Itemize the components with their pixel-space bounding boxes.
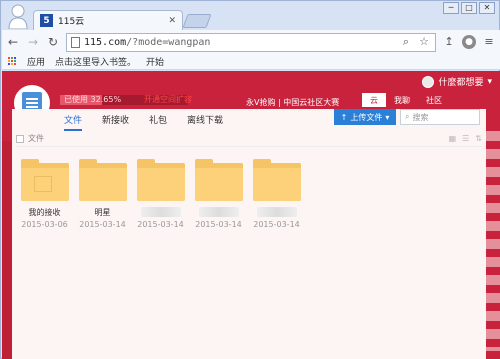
folder-icon	[252, 159, 301, 201]
search-icon: ⌕	[405, 112, 410, 121]
import-bookmarks-link[interactable]: 点击这里导入书签。	[55, 55, 136, 68]
nav-community[interactable]: 社区	[418, 93, 450, 107]
storage-usage-label: 已使用 32.65%	[64, 95, 122, 104]
window-controls: ─ □ ✕	[443, 2, 495, 14]
nav-cloud[interactable]: 云	[362, 93, 386, 107]
chevron-down-icon: ▾	[487, 76, 492, 87]
folder-icon	[20, 159, 69, 201]
nav-my-chat[interactable]: 我聊	[386, 93, 418, 107]
user-menu[interactable]: 什麼都想要 ▾	[422, 75, 492, 88]
view-controls: ▦ ☰ ⇅	[449, 134, 482, 143]
folder-date: 2015-03-14	[195, 220, 242, 229]
folder-item[interactable]: 2015-03-14	[194, 159, 243, 229]
select-all-checkbox[interactable]	[16, 134, 24, 143]
minimize-button[interactable]: ─	[443, 2, 459, 14]
folder-name: 明星	[94, 208, 111, 217]
folder-item[interactable]: 明星 2015-03-14	[78, 159, 127, 229]
folder-name	[198, 207, 239, 217]
search-placeholder: 搜索	[412, 112, 429, 122]
profile-icon[interactable]	[7, 3, 29, 29]
folder-name	[256, 207, 297, 217]
file-tabs: 文件 新接收 礼包 离线下载	[64, 113, 223, 131]
browser-toolbar: ← → ↻ 115.com/?mode=wangpan ⌕ ☆ ↥ ● ≡	[2, 30, 500, 54]
folder-name	[140, 207, 181, 217]
chevron-down-icon: ▾	[385, 112, 390, 122]
folder-date: 2015-03-14	[253, 220, 300, 229]
user-avatar-small	[422, 75, 435, 88]
received-badge-icon	[33, 176, 52, 192]
tab-received[interactable]: 新接收	[102, 113, 129, 131]
tab-gifts[interactable]: 礼包	[149, 113, 167, 131]
close-window-button[interactable]: ✕	[479, 2, 495, 14]
left-decoration	[2, 141, 12, 359]
folder-date: 2015-03-14	[137, 220, 184, 229]
list-view-icon[interactable]: ☰	[462, 134, 469, 143]
url-path: /?mode=wangpan	[126, 36, 211, 48]
file-grid: 我的接收 2015-03-06 明星 2015-03-14 2015-03-14 2015…	[20, 159, 301, 229]
file-list-header: 文件 ▦ ☰ ⇅	[16, 131, 482, 147]
upload-label: 上传文件	[350, 112, 383, 122]
upload-button[interactable]: ↑ 上传文件 ▾	[334, 109, 396, 125]
115-favicon-icon: 5	[40, 14, 53, 27]
globe-icon[interactable]: ●	[462, 35, 476, 49]
browser-window: 5 115云 ✕ ─ □ ✕ ← → ↻ 115.com/?mode=wangp…	[0, 0, 500, 359]
promo-text[interactable]: 永V抢购 | 中国云社区大赛	[246, 97, 339, 108]
folder-item[interactable]: 2015-03-14	[136, 159, 185, 229]
file-panel: 文件 新接收 礼包 离线下载 ↑ 上传文件 ▾ ⌕ 搜索 文件 ▦ ☰ ⇅ 我的…	[12, 109, 486, 359]
folder-icon	[136, 159, 185, 201]
share-icon[interactable]: ↥	[442, 35, 456, 49]
folder-item[interactable]: 2015-03-14	[252, 159, 301, 229]
header-nav: 云 我聊 社区	[362, 93, 450, 107]
maximize-button[interactable]: □	[461, 2, 477, 14]
search-icon[interactable]: ⌕	[399, 35, 413, 49]
back-icon[interactable]: ←	[6, 35, 20, 49]
page-content: 什麼都想要 ▾ 已使用 32.65% 开通空间扩容 永V抢购 | 中国云社区大赛…	[2, 71, 500, 359]
bookmarks-bar: 应用 点击这里导入书签。 开始	[2, 54, 500, 70]
right-decoration	[484, 131, 500, 351]
apps-link[interactable]: 应用	[27, 55, 45, 68]
grid-view-icon[interactable]: ▦	[449, 134, 457, 143]
forward-icon[interactable]: →	[26, 35, 40, 49]
url-host: 115.com	[84, 36, 127, 48]
folder-icon	[78, 159, 127, 201]
folder-icon	[194, 159, 243, 201]
apps-grid-icon[interactable]	[8, 57, 17, 66]
user-name: 什麼都想要	[438, 78, 484, 88]
close-tab-icon[interactable]: ✕	[168, 16, 176, 26]
folder-date: 2015-03-06	[21, 220, 68, 229]
folder-date: 2015-03-14	[79, 220, 126, 229]
select-all-label: 文件	[28, 134, 44, 143]
search-input[interactable]: ⌕ 搜索	[400, 109, 480, 125]
tab-title: 115云	[58, 17, 85, 27]
url-text[interactable]: 115.com/?mode=wangpan	[84, 37, 395, 48]
new-tab-button[interactable]	[182, 14, 212, 28]
folder-item[interactable]: 我的接收 2015-03-06	[20, 159, 69, 229]
tab-115[interactable]: 5 115云 ✕	[33, 10, 183, 30]
reload-icon[interactable]: ↻	[46, 35, 60, 49]
address-bar[interactable]: 115.com/?mode=wangpan ⌕ ☆	[66, 32, 436, 52]
tab-files[interactable]: 文件	[64, 113, 83, 131]
menu-icon[interactable]: ≡	[482, 35, 496, 49]
tab-strip: 5 115云 ✕ ─ □ ✕	[1, 1, 500, 30]
folder-name: 我的接收	[28, 208, 61, 217]
upload-icon: ↑	[340, 112, 348, 122]
expand-storage-link[interactable]: 开通空间扩容	[144, 95, 192, 105]
tab-offline-download[interactable]: 离线下载	[187, 113, 223, 131]
top-bar: 什麼都想要 ▾	[2, 71, 500, 95]
sort-icon[interactable]: ⇅	[475, 134, 482, 143]
star-icon[interactable]: ☆	[417, 35, 431, 49]
start-link[interactable]: 开始	[146, 55, 164, 68]
page-icon	[71, 36, 80, 48]
